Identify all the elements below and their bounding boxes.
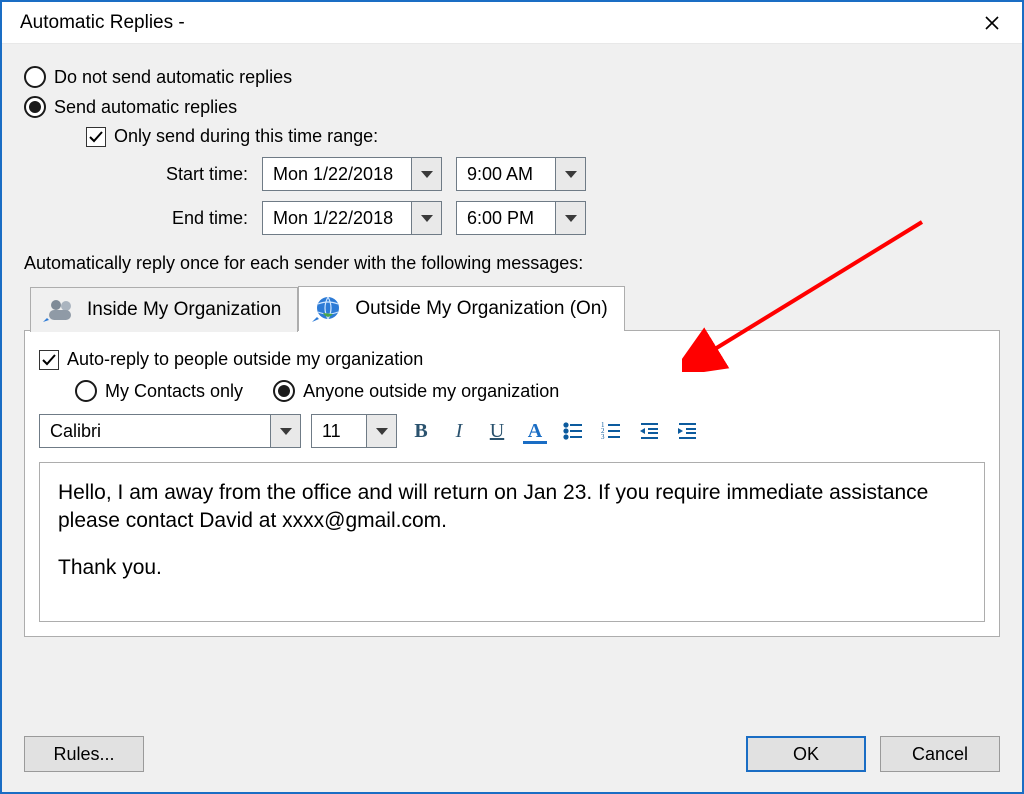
tab-outside-panel: Auto-reply to people outside my organiza… (24, 330, 1000, 637)
indent-icon (676, 420, 698, 442)
checkmark-icon (88, 129, 104, 145)
end-date-combo[interactable]: Mon 1/22/2018 (262, 201, 442, 235)
number-list-icon: 123 (600, 420, 622, 442)
chevron-down-icon (280, 428, 292, 435)
end-time-dropdown-button[interactable] (555, 202, 585, 234)
end-date-dropdown-button[interactable] (411, 202, 441, 234)
font-combo[interactable]: Calibri (39, 414, 301, 448)
option-auto-reply-outside-label: Auto-reply to people outside my organiza… (67, 349, 423, 370)
end-time-value: 6:00 PM (457, 202, 555, 234)
radio-anyone-outside[interactable] (273, 380, 295, 402)
checkbox-only-time-range[interactable] (86, 127, 106, 147)
end-time-combo[interactable]: 6:00 PM (456, 201, 586, 235)
window-title: Automatic Replies - (20, 12, 185, 34)
start-date-combo[interactable]: Mon 1/22/2018 (262, 157, 442, 191)
checkbox-auto-reply-outside[interactable] (39, 350, 59, 370)
chevron-down-icon (421, 215, 433, 222)
start-date-dropdown-button[interactable] (411, 158, 441, 190)
outdent-icon (638, 420, 660, 442)
dialog-footer: Rules... OK Cancel (2, 722, 1022, 792)
option-do-not-send-label: Do not send automatic replies (54, 67, 292, 88)
chevron-down-icon (421, 171, 433, 178)
option-only-time-range-label: Only send during this time range: (114, 126, 378, 147)
tab-strip: Inside My Organization Outside My Organi… (24, 286, 1000, 331)
option-my-contacts-label: My Contacts only (105, 381, 243, 402)
option-my-contacts[interactable]: My Contacts only (75, 380, 243, 402)
tab-inside-org[interactable]: Inside My Organization (30, 287, 298, 332)
tabs: Inside My Organization Outside My Organi… (24, 286, 1000, 637)
option-send-label: Send automatic replies (54, 97, 237, 118)
option-do-not-send[interactable]: Do not send automatic replies (24, 66, 1000, 88)
option-send[interactable]: Send automatic replies (24, 96, 1000, 118)
tab-outside-org-label: Outside My Organization (On) (355, 298, 607, 320)
time-range-grid: Start time: Mon 1/22/2018 9:00 AM End ti… (128, 157, 1000, 235)
message-paragraph: Thank you. (58, 554, 966, 582)
start-date-value: Mon 1/22/2018 (263, 158, 411, 190)
option-anyone-outside-label: Anyone outside my organization (303, 381, 559, 402)
svg-text:3: 3 (601, 433, 605, 441)
bullet-list-button[interactable] (559, 417, 587, 445)
end-time-row: End time: Mon 1/22/2018 6:00 PM (128, 201, 1000, 235)
section-instructions: Automatically reply once for each sender… (24, 253, 1000, 274)
option-only-time-range[interactable]: Only send during this time range: (86, 126, 1000, 147)
people-icon (43, 296, 77, 324)
font-dropdown-button[interactable] (270, 415, 300, 447)
radio-send[interactable] (24, 96, 46, 118)
ok-button[interactable]: OK (746, 736, 866, 772)
tab-outside-org[interactable]: Outside My Organization (On) (298, 286, 624, 331)
end-date-value: Mon 1/22/2018 (263, 202, 411, 234)
start-time-combo[interactable]: 9:00 AM (456, 157, 586, 191)
outside-scope-options: My Contacts only Anyone outside my organ… (75, 380, 985, 402)
indent-button[interactable] (673, 417, 701, 445)
chevron-down-icon (565, 171, 577, 178)
globe-icon (311, 295, 345, 323)
underline-button[interactable]: U (483, 417, 511, 445)
number-list-button[interactable]: 123 (597, 417, 625, 445)
message-editor[interactable]: Hello, I am away from the office and wil… (39, 462, 985, 622)
cancel-button[interactable]: Cancel (880, 736, 1000, 772)
automatic-replies-dialog: Automatic Replies - Do not send automati… (0, 0, 1024, 794)
close-button[interactable] (970, 6, 1014, 40)
font-value: Calibri (40, 415, 270, 447)
end-time-label: End time: (128, 208, 248, 229)
checkmark-icon (41, 352, 57, 368)
rules-button[interactable]: Rules... (24, 736, 144, 772)
start-time-label: Start time: (128, 164, 248, 185)
cancel-button-label: Cancel (912, 744, 968, 765)
radio-my-contacts[interactable] (75, 380, 97, 402)
bold-button[interactable]: B (407, 417, 435, 445)
option-auto-reply-outside[interactable]: Auto-reply to people outside my organiza… (39, 349, 985, 370)
start-time-dropdown-button[interactable] (555, 158, 585, 190)
font-size-combo[interactable]: 11 (311, 414, 397, 448)
title-bar: Automatic Replies - (2, 2, 1022, 44)
font-size-dropdown-button[interactable] (366, 415, 396, 447)
start-time-row: Start time: Mon 1/22/2018 9:00 AM (128, 157, 1000, 191)
outdent-button[interactable] (635, 417, 663, 445)
italic-button[interactable]: I (445, 417, 473, 445)
message-paragraph: Hello, I am away from the office and wil… (58, 479, 966, 536)
rules-button-label: Rules... (53, 744, 114, 765)
option-anyone-outside[interactable]: Anyone outside my organization (273, 380, 559, 402)
start-time-value: 9:00 AM (457, 158, 555, 190)
font-color-button[interactable]: A (521, 417, 549, 445)
close-icon (984, 15, 1000, 31)
format-toolbar: Calibri 11 B I U A 123 (39, 414, 985, 448)
tab-inside-org-label: Inside My Organization (87, 299, 281, 321)
chevron-down-icon (565, 215, 577, 222)
bullet-list-icon (562, 420, 584, 442)
chevron-down-icon (376, 428, 388, 435)
radio-do-not-send[interactable] (24, 66, 46, 88)
ok-button-label: OK (793, 744, 819, 765)
font-size-value: 11 (312, 415, 366, 447)
